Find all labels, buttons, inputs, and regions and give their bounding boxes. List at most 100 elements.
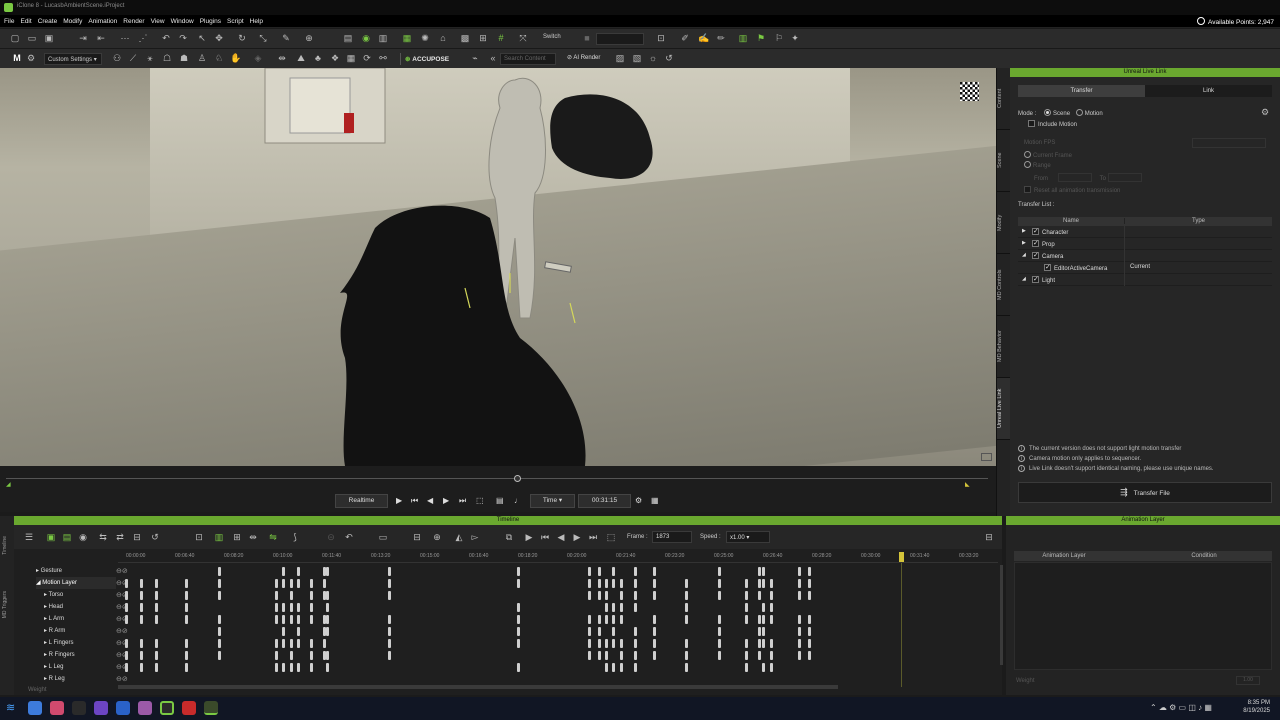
light-icon[interactable]: ✺ — [420, 33, 430, 43]
clock-date[interactable]: 8/19/2025 — [1236, 708, 1270, 714]
keyframe-clip[interactable] — [798, 567, 801, 576]
tree-icon[interactable]: ♣ — [313, 53, 323, 63]
tl-tool-2-icon[interactable]: ⇄ — [115, 532, 125, 542]
keyframe-clip[interactable] — [297, 579, 300, 588]
keyframe-clip[interactable] — [605, 579, 608, 588]
snap-icon[interactable]: ⤧ — [518, 33, 528, 43]
menu-help[interactable]: Help — [246, 15, 263, 25]
browser-icon[interactable] — [28, 701, 42, 715]
keyframe-clip[interactable] — [808, 567, 811, 576]
paint-icon[interactable]: ✍ — [698, 33, 709, 43]
deselect-icon[interactable]: ⋰ — [138, 33, 148, 43]
track-row[interactable]: ▸ L Fingers ⊖⊘ — [36, 637, 128, 649]
camera-switch-icon[interactable]: ■ — [582, 33, 592, 43]
brush-icon[interactable]: ✐ — [680, 33, 690, 43]
spread-icon[interactable]: ⇹ — [277, 53, 287, 63]
keyframe-clip[interactable] — [598, 579, 601, 588]
tl-tool-1-icon[interactable]: ⇆ — [98, 532, 108, 542]
keyframe-clip[interactable] — [762, 627, 765, 636]
track-visibility-icon[interactable]: ⊖⊘ — [116, 627, 128, 635]
rotate-icon[interactable]: ↻ — [237, 33, 247, 43]
keyframe-clip[interactable] — [685, 651, 688, 660]
keyframe-clip[interactable] — [718, 651, 721, 660]
keyframe-clip[interactable] — [282, 639, 285, 648]
keyframe-clip[interactable] — [605, 639, 608, 648]
keyframe-clip[interactable] — [155, 603, 158, 612]
view-icon[interactable]: ▩ — [460, 33, 470, 43]
expand-arrow-icon[interactable]: ▶ — [1022, 228, 1026, 234]
keyframe-clip[interactable] — [598, 567, 601, 576]
keyframe-clip[interactable] — [282, 627, 285, 636]
keyframe-clip[interactable] — [275, 663, 278, 672]
keyframe-clip[interactable] — [798, 591, 801, 600]
keyframe-clip[interactable] — [588, 627, 591, 636]
keyframe-clip[interactable] — [653, 615, 656, 624]
hand-icon[interactable]: ✋ — [230, 53, 241, 63]
keyframe-clip[interactable] — [297, 627, 300, 636]
tl-tool-4-icon[interactable]: ↺ — [150, 532, 160, 542]
keyframe-clip[interactable] — [388, 615, 391, 624]
refresh-icon[interactable]: ↺ — [664, 53, 674, 63]
timecode-field[interactable]: 00:31:15 — [578, 494, 631, 508]
timeline-hscrollbar[interactable] — [118, 685, 838, 689]
keyframe-clip[interactable] — [770, 651, 773, 660]
keyframe-clip[interactable] — [218, 615, 221, 624]
particle-icon[interactable]: ❖ — [330, 53, 340, 63]
keyframe-clip[interactable] — [310, 591, 313, 600]
next-frame-icon[interactable]: ▶ — [443, 496, 449, 505]
keyframe-clip[interactable] — [588, 591, 591, 600]
keyframe-clip[interactable] — [808, 627, 811, 636]
keyframe-clip[interactable] — [517, 567, 520, 576]
range-start-marker[interactable]: ◢ — [6, 481, 11, 488]
keyframe-clip[interactable] — [290, 615, 293, 624]
ai-render-button[interactable]: ⊘ AI Render — [567, 54, 600, 61]
transfer-row-camera[interactable]: ◢ Camera — [1018, 250, 1272, 262]
metronome-icon[interactable]: ♩ — [514, 496, 522, 505]
track-row[interactable]: ▸ Head ⊖⊘ — [36, 601, 128, 613]
keyframe-clip[interactable] — [125, 663, 128, 672]
keyframe-clip[interactable] — [125, 591, 128, 600]
keyframe-clip[interactable] — [155, 591, 158, 600]
tray-icons[interactable]: ⌃ ☁ ⚙ ▭ ◫ ♪ ▦ — [1150, 703, 1212, 712]
keyframe-clip[interactable] — [605, 663, 608, 672]
keyframe-clip[interactable] — [290, 603, 293, 612]
keyframe-clip[interactable] — [297, 639, 300, 648]
track-row[interactable]: Weight — [28, 685, 116, 697]
keyframe-clip[interactable] — [297, 615, 300, 624]
track-row[interactable]: ▸ R Arm ⊖⊘ — [36, 625, 128, 637]
tl-tool-5-icon[interactable]: ⊡ — [194, 532, 204, 542]
flag-icon[interactable]: ⚑ — [756, 33, 766, 43]
keyframe-clip[interactable] — [653, 579, 656, 588]
cloth-prop-upper[interactable] — [550, 94, 653, 179]
keyframe-clip[interactable] — [290, 591, 293, 600]
keyframe-clip[interactable] — [140, 639, 143, 648]
realtime-dropdown[interactable]: Realtime — [335, 494, 388, 508]
import-icon[interactable]: ⇥ — [78, 33, 88, 43]
keyframe-clip[interactable] — [634, 591, 637, 600]
track-row[interactable]: ▸ Gesture ⊖⊘ — [36, 565, 128, 577]
grid-select-icon[interactable]: ⋯ — [120, 33, 130, 43]
export-icon[interactable]: ⇤ — [96, 33, 106, 43]
tab-md-controls[interactable]: MD Controls — [997, 254, 1011, 316]
keyframe-clip[interactable] — [140, 663, 143, 672]
checker-toggle-icon[interactable] — [960, 82, 979, 101]
keyframe-clip[interactable] — [517, 639, 520, 648]
keyframe-clip[interactable] — [758, 627, 761, 636]
layer-weight-input[interactable]: 1.00 — [1236, 676, 1260, 685]
tl-play-icon[interactable]: ▶ — [524, 532, 534, 542]
range-to-input[interactable] — [1107, 173, 1142, 182]
frame-all-icon[interactable]: ⊡ — [656, 33, 666, 43]
keyframe-clip[interactable] — [588, 639, 591, 648]
keyframe-clip[interactable] — [310, 639, 313, 648]
keyframe-clip[interactable] — [620, 603, 623, 612]
track-view-icon[interactable]: ◉ — [78, 532, 88, 542]
keyframe-clip[interactable] — [612, 615, 615, 624]
keyframe-clip[interactable] — [388, 567, 391, 576]
keyframe-clip[interactable] — [745, 663, 748, 672]
collapse-arrow-icon[interactable]: ◢ — [1022, 276, 1026, 282]
keyframe-clip[interactable] — [185, 663, 188, 672]
keyframe-clip[interactable] — [685, 579, 688, 588]
keyframe-clip[interactable] — [758, 579, 761, 588]
tab-md-behavior[interactable]: MD Behavior — [997, 316, 1011, 378]
tab-scene[interactable]: Scene — [997, 130, 1011, 192]
